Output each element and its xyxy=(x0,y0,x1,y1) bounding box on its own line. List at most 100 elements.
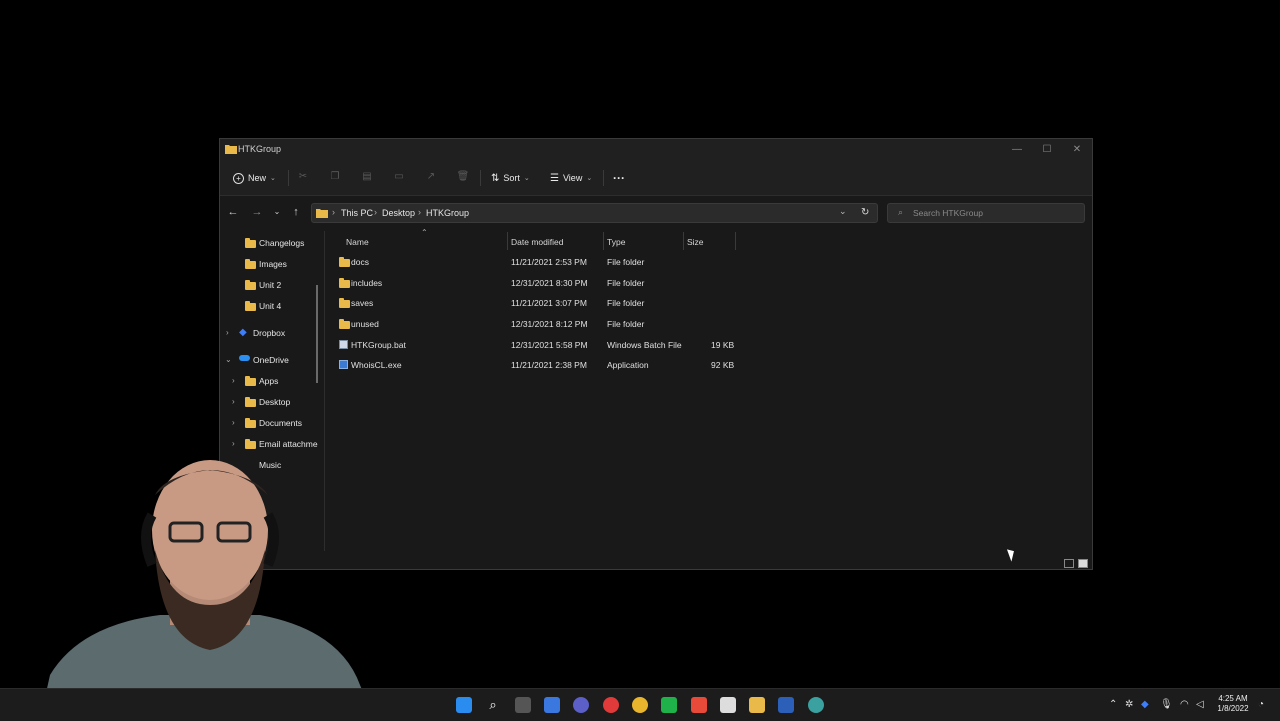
file-date: 12/31/2021 5:58 PM xyxy=(511,340,588,350)
address-bar[interactable]: › This PC › Desktop › HTKGroup ⌄ ↻ xyxy=(311,203,878,223)
file-row[interactable]: docs 11/21/2021 2:53 PM File folder xyxy=(332,252,752,272)
notifications-icon[interactable]: ◔ xyxy=(1258,699,1264,710)
folder-icon xyxy=(339,278,350,288)
chevron-right-icon[interactable]: › xyxy=(232,397,235,406)
word-icon[interactable] xyxy=(778,697,794,713)
back-arrow-icon[interactable]: ← xyxy=(226,205,240,219)
chevron-down-icon[interactable]: ⌄ xyxy=(839,206,847,217)
file-date: 11/21/2021 2:38 PM xyxy=(511,360,587,370)
search-input[interactable]: ⌕ Search HTKGroup xyxy=(887,203,1085,223)
file-row[interactable]: includes 12/31/2021 8:30 PM File folder xyxy=(332,273,752,293)
column-divider[interactable] xyxy=(603,232,604,250)
file-row[interactable]: WhoisCL.exe 11/21/2021 2:38 PM Applicati… xyxy=(332,355,752,375)
toolbar-divider xyxy=(288,170,289,186)
sidebar-item-images[interactable]: Images xyxy=(220,254,320,274)
file-type: File folder xyxy=(607,278,645,288)
rename-icon[interactable]: ▭ xyxy=(392,171,406,185)
show-hidden-icons-icon[interactable]: ⌃ xyxy=(1109,699,1117,710)
sidebar-item-documents[interactable]: › Documents xyxy=(220,413,320,433)
sidebar-item-dropbox[interactable]: › ◆ Dropbox xyxy=(220,323,320,343)
teams-chat-icon[interactable] xyxy=(573,697,589,713)
sort-button[interactable]: ⇅ Sort ⌄ xyxy=(491,170,530,186)
sidebar-item-unit-4[interactable]: Unit 4 xyxy=(220,296,320,316)
paste-icon[interactable]: ▤ xyxy=(360,171,374,185)
recent-dropdown-icon[interactable]: ⌄ xyxy=(270,205,284,219)
file-row[interactable]: HTKGroup.bat 12/31/2021 5:58 PM Windows … xyxy=(332,335,752,355)
column-header-name[interactable]: Name xyxy=(346,237,369,247)
sidebar-item-apps[interactable]: › Apps xyxy=(220,371,320,391)
file-row[interactable]: unused 12/31/2021 8:12 PM File folder xyxy=(332,314,752,334)
column-header-date-modified[interactable]: Date modified xyxy=(511,237,563,247)
system-clock[interactable]: 4:25 AM 1/8/2022 xyxy=(1212,694,1254,714)
dropbox-tray-icon[interactable]: ◆ xyxy=(1141,699,1149,710)
copy-icon[interactable]: ❐ xyxy=(328,171,342,185)
breadcrumb-htkgroup[interactable]: HTKGroup xyxy=(426,208,469,218)
command-bar: + New ⌄ ✂ ❐ ▤ ▭ ↗ 🗑 ⇅ Sort ⌄ ☰ View ⌄ ··… xyxy=(220,161,1092,196)
sidebar-item-changelogs[interactable]: Changelogs xyxy=(220,233,320,253)
column-header-type[interactable]: Type xyxy=(607,237,625,247)
file-date: 12/31/2021 8:12 PM xyxy=(511,319,588,329)
details-view-icon[interactable] xyxy=(1064,559,1074,568)
view-button[interactable]: ☰ View ⌄ xyxy=(550,170,592,186)
dropbox-icon: ◆ xyxy=(239,327,247,338)
toolbar-divider xyxy=(603,170,604,186)
chevron-right-icon[interactable]: › xyxy=(226,328,229,337)
chevron-right-icon[interactable]: › xyxy=(232,418,235,427)
vivaldi-icon[interactable] xyxy=(603,697,619,713)
up-arrow-icon[interactable]: ↑ xyxy=(289,205,303,219)
app-red-icon[interactable] xyxy=(691,697,707,713)
task-view-icon[interactable] xyxy=(515,697,531,713)
application-icon xyxy=(339,360,348,369)
microphone-icon[interactable]: 🎙 xyxy=(1160,699,1173,710)
breadcrumb-separator: › xyxy=(374,207,377,217)
minimize-button[interactable]: — xyxy=(1002,142,1032,158)
sidebar-item-unit-2[interactable]: Unit 2 xyxy=(220,275,320,295)
maximize-button[interactable]: ☐ xyxy=(1032,142,1062,158)
file-type: File folder xyxy=(607,257,645,267)
refresh-icon[interactable]: ↻ xyxy=(861,207,869,218)
breadcrumb-this-pc[interactable]: This PC xyxy=(341,208,373,218)
toolbar-divider xyxy=(480,170,481,186)
search-icon[interactable]: ⌕ xyxy=(485,697,501,713)
chevron-right-icon[interactable]: › xyxy=(232,439,235,448)
app-green-icon[interactable] xyxy=(661,697,677,713)
sidebar-item-onedrive[interactable]: ⌄ OneDrive xyxy=(220,350,320,370)
sidebar-scrollbar[interactable] xyxy=(316,285,318,383)
batch-file-icon xyxy=(339,340,348,349)
network-share-icon[interactable]: ✲ xyxy=(1125,699,1133,710)
tiles-view-icon[interactable] xyxy=(1078,559,1088,568)
column-header-size[interactable]: Size xyxy=(687,237,704,247)
share-icon[interactable]: ↗ xyxy=(424,171,438,185)
column-divider[interactable] xyxy=(507,232,508,250)
cut-icon[interactable]: ✂ xyxy=(296,171,310,185)
title-bar[interactable]: HTKGroup — ☐ ✕ xyxy=(220,139,1092,161)
sidebar-item-desktop[interactable]: › Desktop xyxy=(220,392,320,412)
delete-icon[interactable]: 🗑 xyxy=(456,171,470,185)
close-button[interactable]: ✕ xyxy=(1062,142,1092,158)
chevron-down-icon[interactable]: ⌄ xyxy=(225,355,232,364)
column-divider[interactable] xyxy=(735,232,736,250)
breadcrumb-separator: › xyxy=(332,207,335,217)
wifi-icon[interactable]: ◠ xyxy=(1180,699,1189,710)
folder-icon xyxy=(245,439,256,449)
file-name: HTKGroup.bat xyxy=(351,340,406,350)
column-divider[interactable] xyxy=(683,232,684,250)
sidebar-item-email-attachments[interactable]: › Email attachme xyxy=(220,434,320,454)
breadcrumb-desktop[interactable]: Desktop xyxy=(382,208,415,218)
file-row[interactable]: saves 11/21/2021 3:07 PM File folder xyxy=(332,293,752,313)
widgets-icon[interactable] xyxy=(544,697,560,713)
window-title: HTKGroup xyxy=(238,144,282,154)
app-teal-icon[interactable] xyxy=(808,697,824,713)
more-options-button[interactable]: ··· xyxy=(613,170,625,186)
folder-icon xyxy=(245,238,256,248)
forward-arrow-icon[interactable]: → xyxy=(250,205,264,219)
chrome-icon[interactable] xyxy=(632,697,648,713)
chevron-right-icon[interactable]: › xyxy=(232,376,235,385)
snipping-tool-icon[interactable] xyxy=(720,697,736,713)
file-date: 12/31/2021 8:30 PM xyxy=(511,278,588,288)
breadcrumb-separator: › xyxy=(418,207,421,217)
volume-icon[interactable]: ◁ xyxy=(1196,699,1204,710)
file-explorer-icon[interactable] xyxy=(749,697,765,713)
new-button[interactable]: + New ⌄ xyxy=(233,170,276,186)
start-button-icon[interactable] xyxy=(456,697,472,713)
